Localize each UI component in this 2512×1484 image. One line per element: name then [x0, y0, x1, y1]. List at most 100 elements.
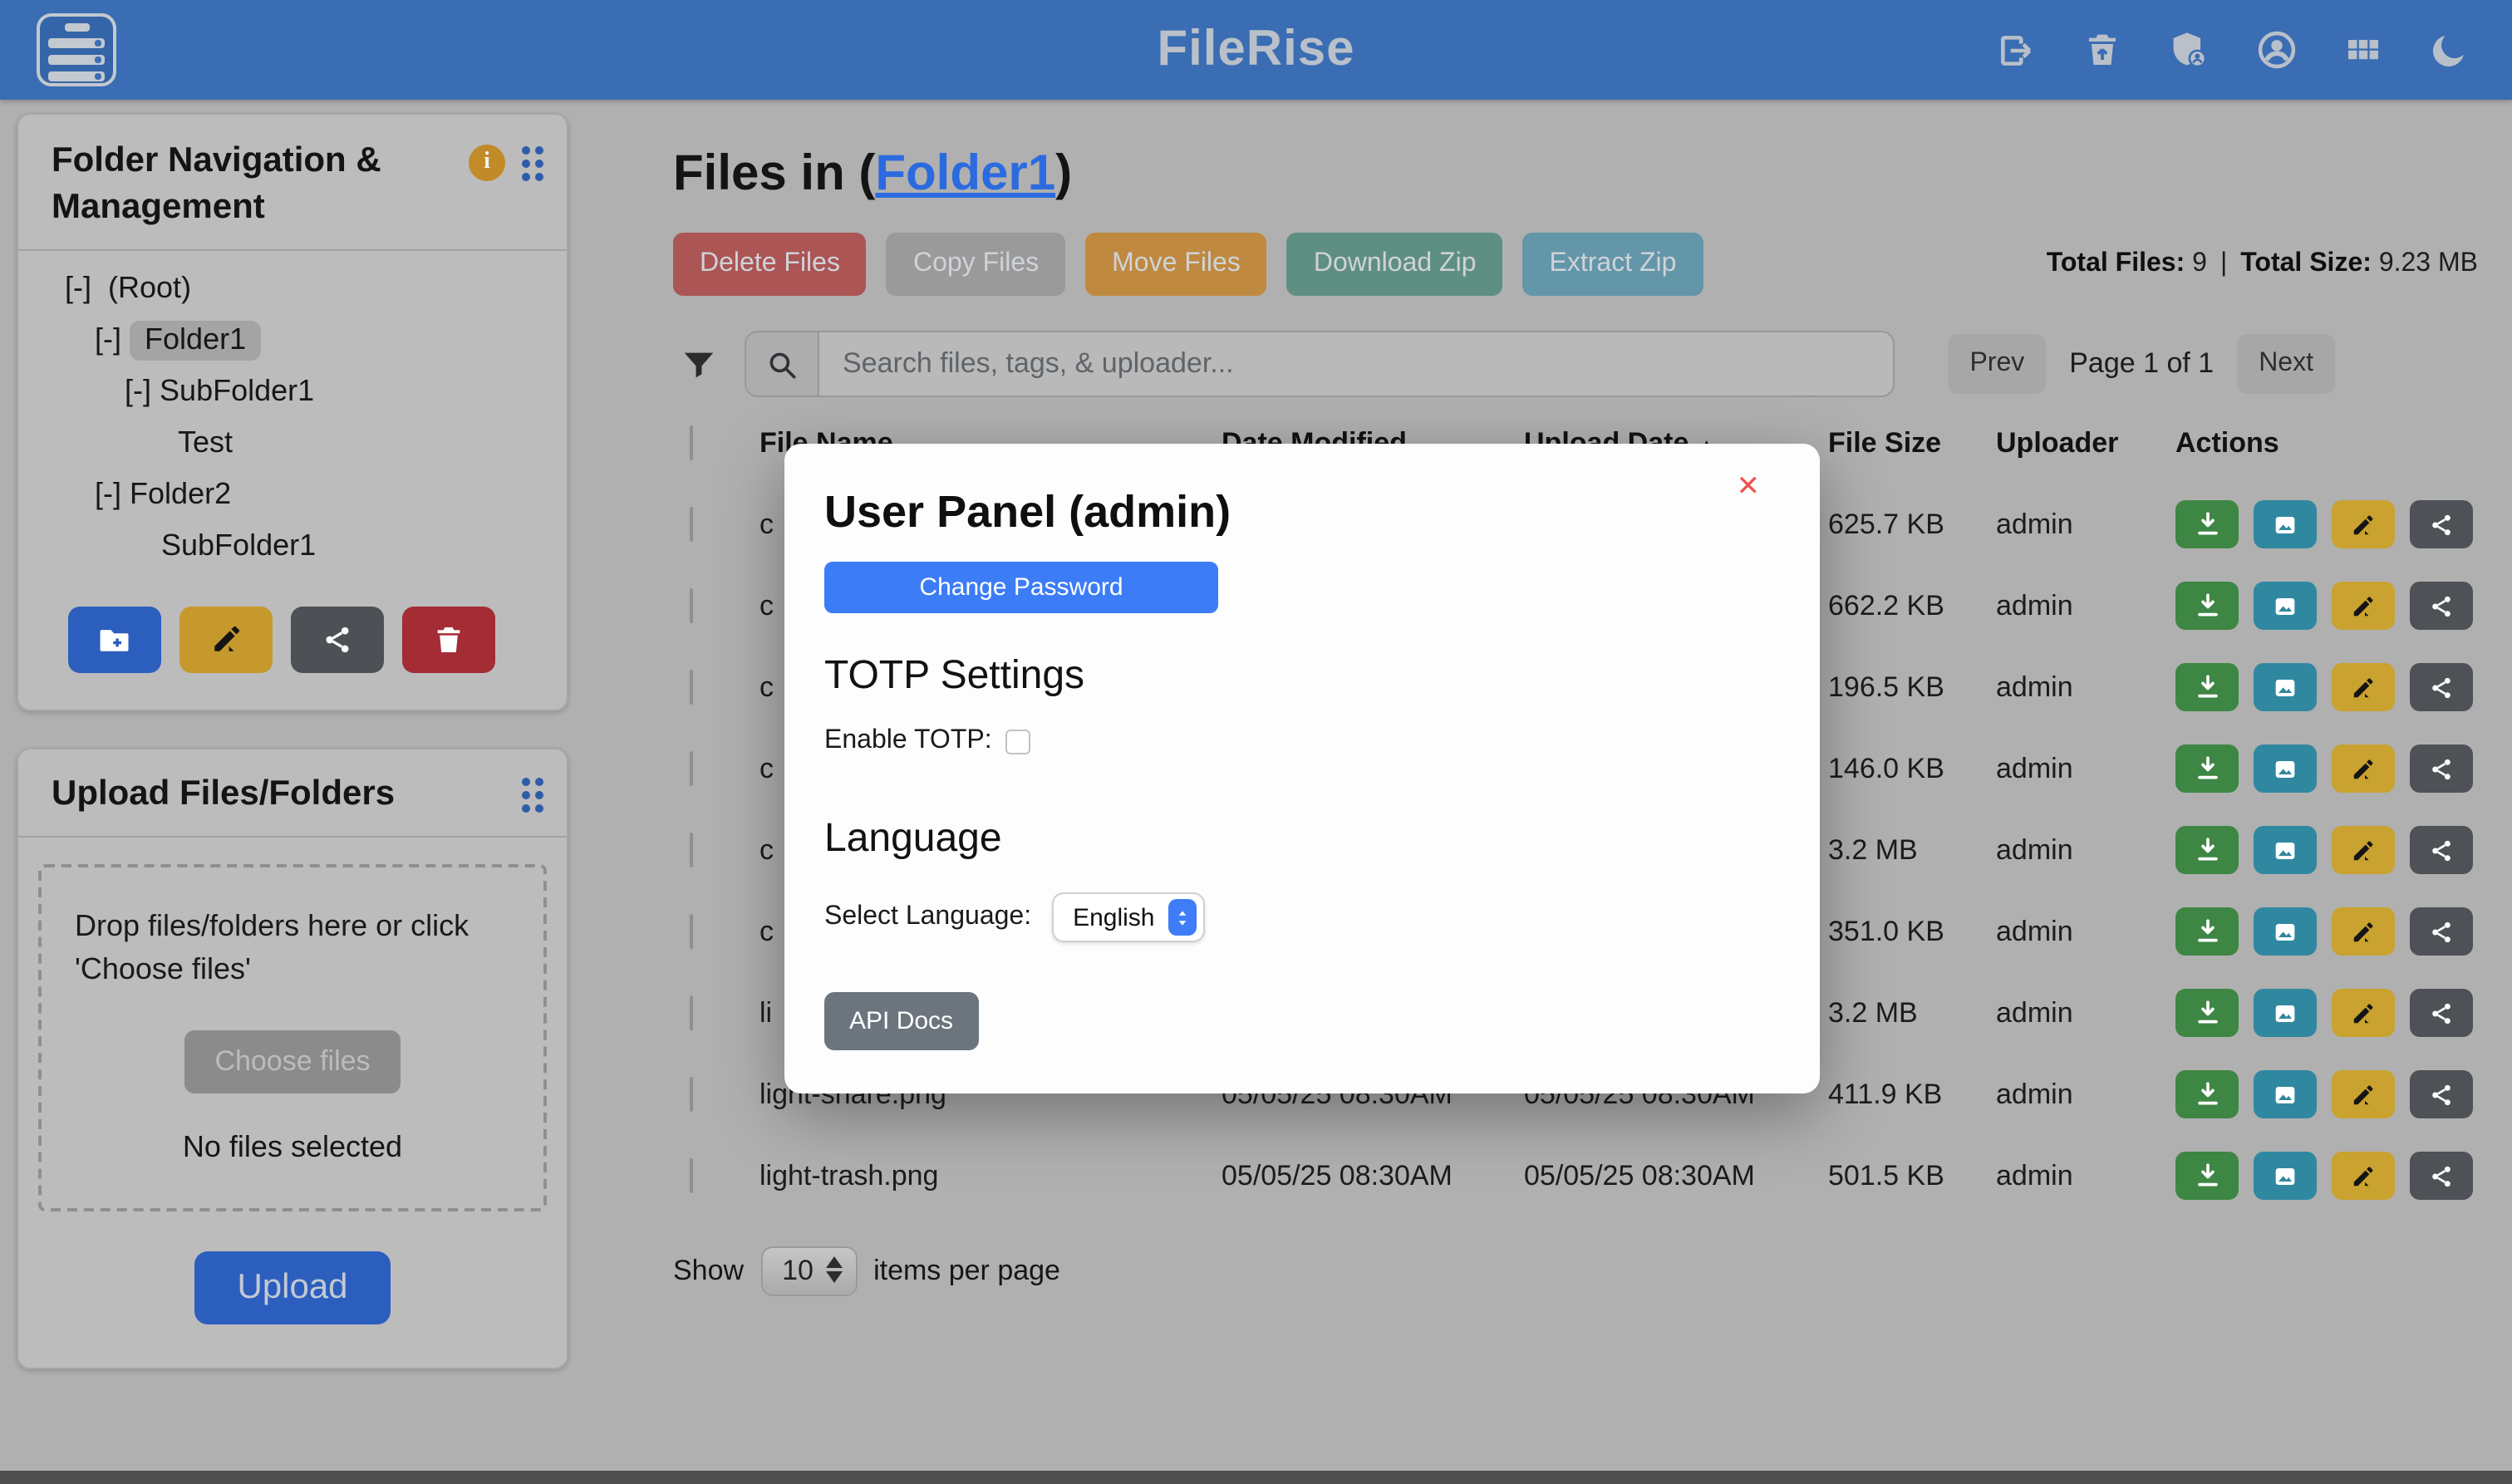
preview-file-button[interactable]: [2254, 826, 2317, 874]
extract-zip-button[interactable]: Extract Zip: [1523, 233, 1703, 296]
download-file-button[interactable]: [2175, 826, 2239, 874]
folder-tree-item-test[interactable]: Test: [18, 425, 567, 459]
language-select[interactable]: English: [1051, 892, 1204, 942]
download-icon: [2193, 754, 2221, 783]
download-file-button[interactable]: [2175, 663, 2239, 711]
choose-files-button[interactable]: Choose files: [184, 1030, 400, 1093]
share-file-button[interactable]: [2410, 744, 2473, 793]
upload-dropzone[interactable]: Drop files/folders here or click 'Choose…: [38, 864, 547, 1211]
cell-file-size: 501.5 KB: [1828, 1159, 1996, 1192]
rename-file-button[interactable]: [2332, 1070, 2395, 1118]
rename-file-button[interactable]: [2332, 1152, 2395, 1200]
rename-folder-button[interactable]: [179, 606, 273, 672]
copy-files-button[interactable]: Copy Files: [887, 233, 1065, 296]
admin-shield-icon[interactable]: [2166, 28, 2210, 71]
preview-file-button[interactable]: [2254, 663, 2317, 711]
share-file-button[interactable]: [2410, 907, 2473, 956]
api-docs-button[interactable]: API Docs: [824, 992, 978, 1050]
download-file-button[interactable]: [2175, 1152, 2239, 1200]
row-actions: [2175, 989, 2478, 1037]
download-file-button[interactable]: [2175, 1070, 2239, 1118]
search-group: [745, 331, 1895, 397]
user-profile-icon[interactable]: [2254, 28, 2298, 71]
enable-totp-checkbox[interactable]: [1005, 729, 1030, 754]
image-icon: [2272, 592, 2298, 619]
row-checkbox[interactable]: [690, 913, 693, 948]
download-file-button[interactable]: [2175, 907, 2239, 956]
rename-file-button[interactable]: [2332, 582, 2395, 630]
header-uploader[interactable]: Uploader: [1996, 427, 2175, 460]
language-heading: Language: [824, 816, 1780, 862]
row-checkbox[interactable]: [690, 995, 693, 1029]
drag-handle-icon[interactable]: [522, 145, 543, 180]
logout-icon[interactable]: [1995, 29, 2037, 71]
preview-file-button[interactable]: [2254, 1070, 2317, 1118]
selected-folder-chip: Folder1: [130, 320, 261, 360]
delete-files-button[interactable]: Delete Files: [673, 233, 867, 296]
share-file-button[interactable]: [2410, 663, 2473, 711]
rename-file-button[interactable]: [2332, 989, 2395, 1037]
download-file-button[interactable]: [2175, 744, 2239, 793]
prev-page-button[interactable]: Prev: [1948, 334, 2046, 394]
share-file-button[interactable]: [2410, 500, 2473, 548]
table-row: light-trash.png 05/05/25 08:30AM 05/05/2…: [673, 1135, 2478, 1216]
file-toolbar: Delete Files Copy Files Move Files Downl…: [673, 233, 2478, 296]
drag-handle-icon[interactable]: [522, 777, 543, 812]
download-file-button[interactable]: [2175, 500, 2239, 548]
next-page-button[interactable]: Next: [2237, 334, 2335, 394]
rename-file-button[interactable]: [2332, 500, 2395, 548]
preview-file-button[interactable]: [2254, 907, 2317, 956]
current-folder-link[interactable]: Folder1: [875, 146, 1055, 201]
folder-tree-item-root[interactable]: [-] (Root): [18, 270, 567, 305]
rename-file-button[interactable]: [2332, 744, 2395, 793]
download-zip-button[interactable]: Download Zip: [1287, 233, 1503, 296]
items-per-page-select[interactable]: 10: [760, 1246, 857, 1296]
folder-tree-item-folder2[interactable]: [-] Folder2: [18, 476, 567, 511]
image-icon: [2272, 674, 2298, 700]
rename-file-button[interactable]: [2332, 826, 2395, 874]
header-file-size[interactable]: File Size: [1828, 427, 1996, 460]
preview-file-button[interactable]: [2254, 989, 2317, 1037]
row-checkbox[interactable]: [690, 506, 693, 541]
row-checkbox[interactable]: [690, 587, 693, 622]
share-file-button[interactable]: [2410, 826, 2473, 874]
delete-folder-button[interactable]: [402, 606, 495, 672]
share-file-button[interactable]: [2410, 1152, 2473, 1200]
items-per-page-label: items per page: [873, 1255, 1060, 1288]
rename-file-button[interactable]: [2332, 663, 2395, 711]
row-checkbox[interactable]: [690, 669, 693, 704]
search-input[interactable]: [819, 332, 1893, 396]
modal-title: User Panel (admin): [824, 487, 1780, 538]
dark-mode-moon-icon[interactable]: [2427, 29, 2469, 71]
move-files-button[interactable]: Move Files: [1085, 233, 1267, 296]
preview-file-button[interactable]: [2254, 744, 2317, 793]
folder-tree-item-folder1[interactable]: [-] Folder1: [18, 322, 567, 356]
folder-tree-item-subfolder1[interactable]: [-] SubFolder1: [18, 373, 567, 408]
rename-file-button[interactable]: [2332, 907, 2395, 956]
info-icon[interactable]: i: [469, 145, 505, 181]
share-file-button[interactable]: [2410, 989, 2473, 1037]
change-password-button[interactable]: Change Password: [824, 562, 1218, 613]
folder-navigation-panel: Folder Navigation & Management i [-] (Ro…: [17, 113, 568, 710]
filter-funnel-icon[interactable]: [680, 345, 718, 383]
create-folder-button[interactable]: [68, 606, 161, 672]
row-checkbox[interactable]: [690, 1157, 693, 1192]
share-folder-button[interactable]: [291, 606, 384, 672]
close-icon[interactable]: ✕: [1737, 470, 1761, 504]
preview-file-button[interactable]: [2254, 1152, 2317, 1200]
share-file-button[interactable]: [2410, 1070, 2473, 1118]
share-file-button[interactable]: [2410, 582, 2473, 630]
download-file-button[interactable]: [2175, 582, 2239, 630]
row-actions: [2175, 744, 2478, 793]
select-all-checkbox[interactable]: [690, 425, 693, 460]
folder-tree-item-subfolder1b[interactable]: SubFolder1: [18, 528, 567, 563]
row-checkbox[interactable]: [690, 750, 693, 785]
row-checkbox[interactable]: [690, 832, 693, 867]
upload-button[interactable]: Upload: [194, 1251, 391, 1324]
trash-restore-icon[interactable]: [2082, 30, 2121, 70]
preview-file-button[interactable]: [2254, 582, 2317, 630]
apps-grid-icon[interactable]: [2342, 30, 2382, 70]
row-checkbox[interactable]: [690, 1076, 693, 1111]
download-file-button[interactable]: [2175, 989, 2239, 1037]
preview-file-button[interactable]: [2254, 500, 2317, 548]
